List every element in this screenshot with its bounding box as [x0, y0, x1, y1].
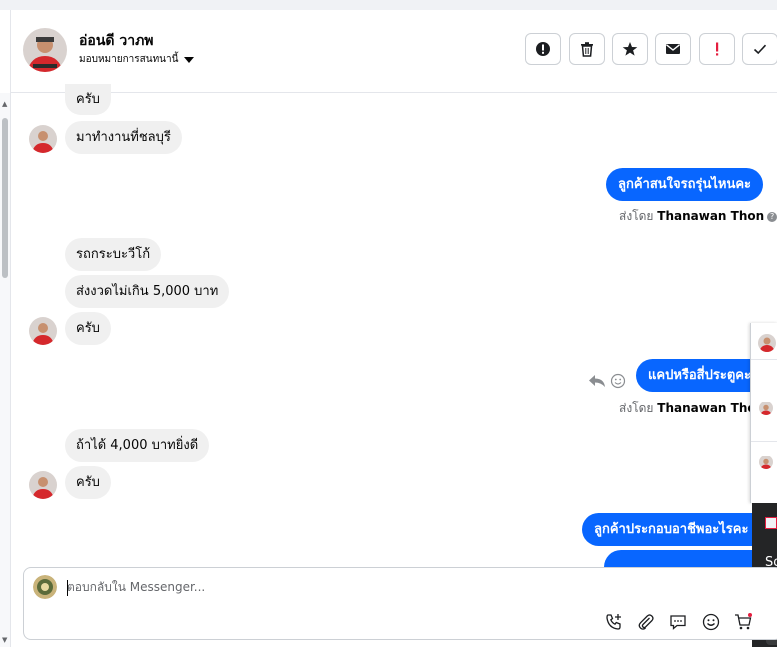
message-composer	[23, 567, 777, 640]
assign-conversation-dropdown[interactable]: มอบหมายการสนทนานี้	[79, 52, 195, 67]
panel-divider	[10, 10, 11, 647]
text-cursor	[67, 580, 68, 596]
delete-button[interactable]	[569, 33, 605, 65]
sent-by-agent[interactable]: Thanawan Thon	[657, 209, 764, 223]
trash-icon	[581, 42, 593, 57]
notification-icon	[765, 517, 777, 529]
assign-label: มอบหมายการสนทนานี้	[79, 54, 179, 65]
shopping-cart-icon[interactable]	[733, 612, 753, 632]
sent-by-line: ส่งโดย Thanawan Thon?	[619, 207, 777, 226]
info-icon[interactable]: ?	[767, 211, 777, 222]
flag-important-button[interactable]	[699, 33, 735, 65]
outgoing-message[interactable]: ลูกค้าสนใจรถรุ่นไหนคะ	[606, 168, 764, 201]
scroll-down-arrow-icon[interactable]: ▼	[2, 636, 7, 644]
react-emoji-icon[interactable]	[610, 373, 626, 393]
outgoing-message-partial[interactable]	[604, 550, 752, 567]
scrollbar-thumb[interactable]	[2, 118, 8, 278]
outgoing-message[interactable]: ลูกค้าประกอบอาชีพอะไรคะ	[582, 513, 764, 546]
contact-avatar-small[interactable]	[29, 125, 57, 153]
dropdown-caret-icon	[184, 56, 195, 63]
incoming-message[interactable]: ส่งงวดไม่เกิน 5,000 บาท	[65, 275, 230, 308]
reply-icon[interactable]	[588, 373, 606, 393]
exclamation-circle-icon	[536, 42, 550, 56]
popup-contact-avatar[interactable]	[759, 401, 773, 415]
mark-unread-button[interactable]	[655, 33, 691, 65]
page-avatar	[33, 575, 57, 599]
sent-by-prefix: ส่งโดย	[619, 209, 654, 223]
popup-contact-avatar[interactable]	[759, 455, 773, 469]
star-icon	[622, 42, 638, 56]
incoming-message[interactable]: ครับ	[65, 84, 111, 115]
incoming-message[interactable]: ครับ	[65, 466, 111, 499]
contact-avatar[interactable]	[23, 28, 67, 72]
conversation-header: อ่อนดี วาภพ มอบหมายการสนทนานี้	[11, 10, 777, 93]
sent-by-line: ส่งโดย Thanawan Thon	[619, 399, 764, 418]
outgoing-message[interactable]: แคปหรือสี่ประตูคะ	[636, 359, 766, 392]
checkmark-icon	[753, 44, 767, 55]
contact-avatar-small[interactable]	[29, 317, 57, 345]
reply-input[interactable]	[67, 580, 567, 594]
attach-paperclip-icon[interactable]	[636, 612, 656, 632]
emoji-icon[interactable]	[701, 612, 721, 632]
call-add-icon[interactable]	[604, 612, 624, 632]
window-top-strip	[0, 0, 777, 10]
scroll-up-arrow-icon[interactable]: ▲	[2, 100, 7, 108]
floating-conversation-list	[750, 323, 777, 503]
mark-done-button[interactable]	[742, 33, 777, 65]
exclamation-icon	[716, 42, 719, 56]
incoming-message[interactable]: รถกระบะวีโก้	[65, 238, 162, 271]
contact-avatar-small[interactable]	[29, 471, 57, 499]
star-button[interactable]	[612, 33, 648, 65]
envelope-icon	[666, 44, 680, 54]
sent-by-prefix: ส่งโดย	[619, 401, 654, 415]
sent-by-agent[interactable]: Thanawan Thon	[657, 401, 764, 415]
saved-replies-icon[interactable]	[668, 612, 688, 632]
incoming-message[interactable]: ครับ	[65, 312, 111, 345]
popup-contact-avatar[interactable]	[758, 334, 776, 352]
incoming-message[interactable]: ถ้าได้ 4,000 บาทยิ่งดี	[65, 429, 210, 462]
incoming-message[interactable]: มาทำงานที่ชลบุรี	[65, 121, 182, 154]
contact-name[interactable]: อ่อนดี วาภพ	[79, 30, 154, 52]
report-button[interactable]	[525, 33, 561, 65]
